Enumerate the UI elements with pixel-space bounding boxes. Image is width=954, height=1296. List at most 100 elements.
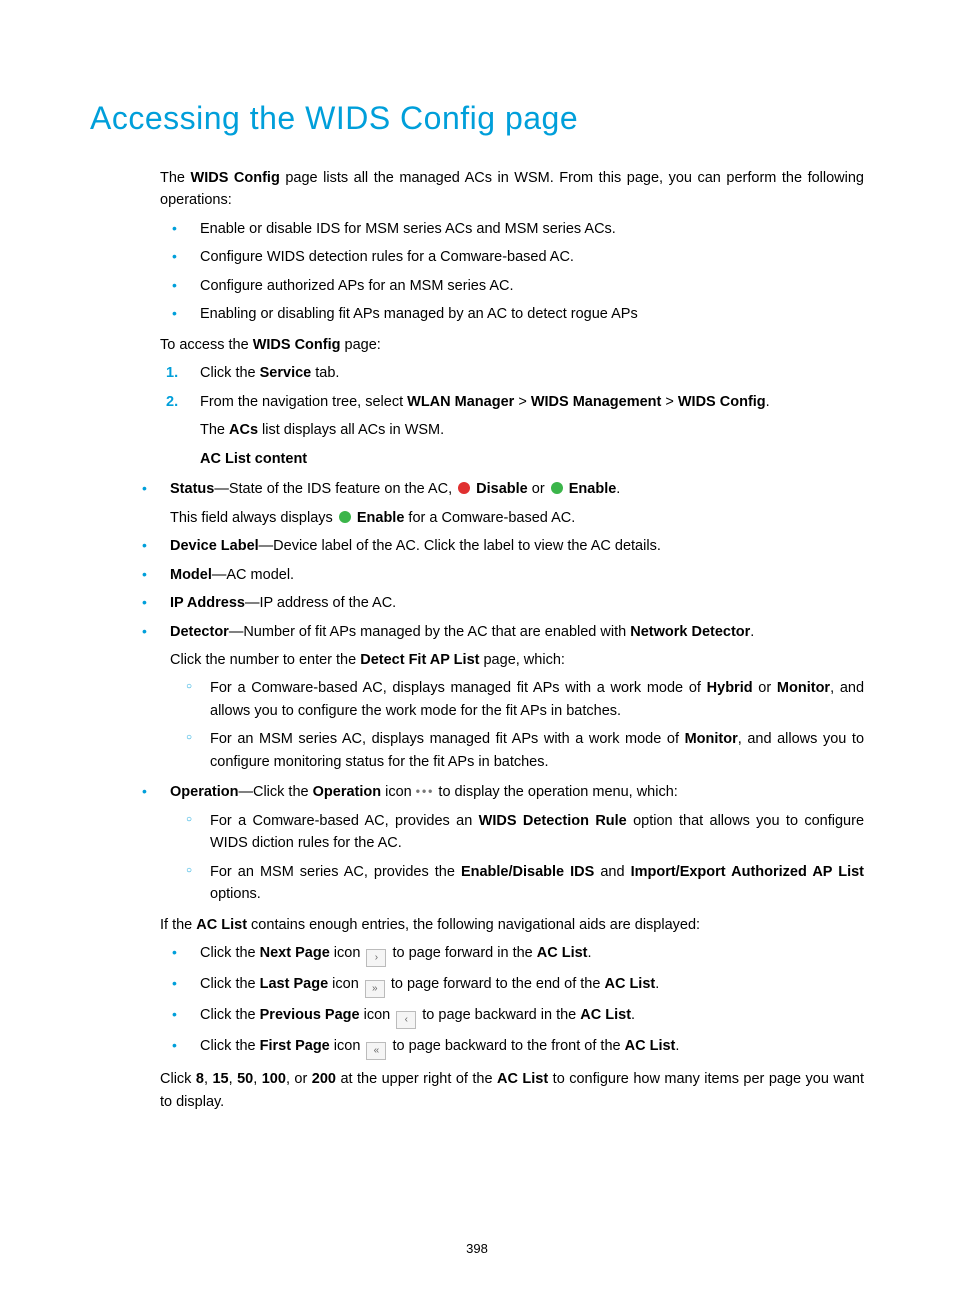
content-body: The WIDS Config page lists all the manag…	[160, 167, 864, 1113]
bold-text: AC List	[537, 945, 588, 961]
field-status: Status—State of the IDS feature on the A…	[130, 478, 864, 529]
text: .	[631, 1007, 635, 1023]
text: and	[594, 864, 630, 880]
field-label: Operation	[170, 784, 238, 800]
text: tab.	[311, 365, 339, 381]
step-subline: The ACs list displays all ACs in WSM.	[200, 419, 864, 441]
first-page-icon: «	[366, 1042, 386, 1060]
bold-text: WIDS Config	[678, 394, 766, 410]
field-detector: Detector—Number of fit APs managed by th…	[130, 621, 864, 774]
text: for a Comware-based AC.	[404, 510, 575, 526]
field-ip: IP Address—IP address of the AC.	[130, 592, 864, 614]
list-item: Enable or disable IDS for MSM series ACs…	[160, 218, 864, 240]
steps-list: 1. Click the Service tab. 2. From the na…	[160, 362, 864, 470]
field-operation: Operation—Click the Operation icon ••• t…	[130, 781, 864, 905]
text: ,	[253, 1071, 262, 1087]
text: Click the	[200, 1007, 260, 1023]
bold-text: AC List	[497, 1071, 548, 1087]
bold-text: Enable/Disable IDS	[461, 864, 594, 880]
text: For an MSM series AC, provides the	[210, 864, 461, 880]
text: to page backward to the front of the	[388, 1038, 624, 1054]
field-label: Model	[170, 567, 212, 583]
text: If the	[160, 917, 196, 933]
text: at the upper right of the	[336, 1071, 497, 1087]
next-page-icon: ›	[366, 949, 386, 967]
bold-text: WIDS Config	[253, 337, 341, 353]
text: .	[616, 481, 620, 497]
text: contains enough entries, the following n…	[247, 917, 700, 933]
text: to page backward in the	[418, 1007, 580, 1023]
text: —AC model.	[212, 567, 294, 583]
ac-list-heading: AC List content	[200, 448, 864, 470]
text: —Number of fit APs managed by the AC tha…	[229, 624, 630, 640]
enable-dot-icon	[339, 511, 351, 523]
field-label: IP Address	[170, 595, 245, 611]
text: From the navigation tree, select	[200, 394, 407, 410]
bold-text: WIDS Management	[531, 394, 662, 410]
bold-text: Monitor	[777, 680, 830, 696]
bold-text: Import/Export Authorized AP List	[631, 864, 864, 880]
text: Click the	[200, 945, 260, 961]
bold-text: 50	[237, 1071, 253, 1087]
operations-list: Enable or disable IDS for MSM series ACs…	[160, 218, 864, 326]
bold-text: AC List content	[200, 451, 307, 467]
text: Click the	[200, 1038, 260, 1054]
bold-text: Next Page	[260, 945, 330, 961]
document-page: Accessing the WIDS Config page The WIDS …	[0, 0, 954, 1296]
bold-text: Service	[260, 365, 312, 381]
step-number: 2.	[166, 391, 178, 413]
footer-paragraph: Click 8, 15, 50, 100, or 200 at the uppe…	[160, 1068, 864, 1113]
page-title: Accessing the WIDS Config page	[90, 100, 864, 137]
nav-item-last: Click the Last Page icon » to page forwa…	[160, 973, 864, 998]
access-intro: To access the WIDS Config page:	[160, 334, 864, 356]
step-item: 2. From the navigation tree, select WLAN…	[160, 391, 864, 470]
list-item: Configure authorized APs for an MSM seri…	[160, 275, 864, 297]
bold-text: 200	[312, 1071, 336, 1087]
text: options.	[210, 886, 261, 902]
text: icon	[381, 784, 416, 800]
nav-intro: If the AC List contains enough entries, …	[160, 914, 864, 936]
bold-text: WLAN Manager	[407, 394, 514, 410]
text: to display the operation menu, which:	[434, 784, 677, 800]
text: or	[528, 481, 549, 497]
text: This field always displays	[170, 510, 337, 526]
text: to page forward in the	[388, 945, 536, 961]
bold-text: AC List	[580, 1007, 631, 1023]
bold-text: Network Detector	[630, 624, 750, 640]
text: Click the number to enter the	[170, 652, 360, 668]
detector-sublist: For a Comware-based AC, displays managed…	[170, 677, 864, 773]
text: >	[661, 394, 678, 410]
detector-subline: Click the number to enter the Detect Fit…	[170, 649, 864, 671]
previous-page-icon: ‹	[396, 1011, 416, 1029]
text: icon	[360, 1007, 395, 1023]
text: Click	[160, 1071, 196, 1087]
sub-item: For a Comware-based AC, provides an WIDS…	[170, 810, 864, 855]
text: To access the	[160, 337, 253, 353]
text: page, which:	[479, 652, 564, 668]
text: For a Comware-based AC, provides an	[210, 813, 479, 829]
disable-dot-icon	[458, 482, 470, 494]
text: .	[588, 945, 592, 961]
operation-sublist: For a Comware-based AC, provides an WIDS…	[170, 810, 864, 906]
bold-text: WIDS Detection Rule	[479, 813, 627, 829]
nav-item-next: Click the Next Page icon › to page forwa…	[160, 942, 864, 967]
step-item: 1. Click the Service tab.	[160, 362, 864, 384]
field-label: Detector	[170, 624, 229, 640]
bold-text: Monitor	[685, 731, 738, 747]
text: The	[160, 170, 191, 186]
bold-text: AC List	[196, 917, 247, 933]
nav-list: Click the Next Page icon › to page forwa…	[160, 942, 864, 1060]
bold-text: Hybrid	[707, 680, 753, 696]
page-number: 398	[0, 1241, 954, 1256]
text: —IP address of the AC.	[245, 595, 396, 611]
bold-text: 8	[196, 1071, 204, 1087]
text: to page forward to the end of the	[387, 976, 605, 992]
step-number: 1.	[166, 362, 178, 384]
text: or	[753, 680, 777, 696]
operation-menu-icon: •••	[416, 784, 435, 798]
text: The	[200, 422, 229, 438]
text: icon	[328, 976, 363, 992]
text: —Click the	[238, 784, 312, 800]
text: —State of the IDS feature on the AC,	[214, 481, 456, 497]
bold-text: Detect Fit AP List	[360, 652, 479, 668]
